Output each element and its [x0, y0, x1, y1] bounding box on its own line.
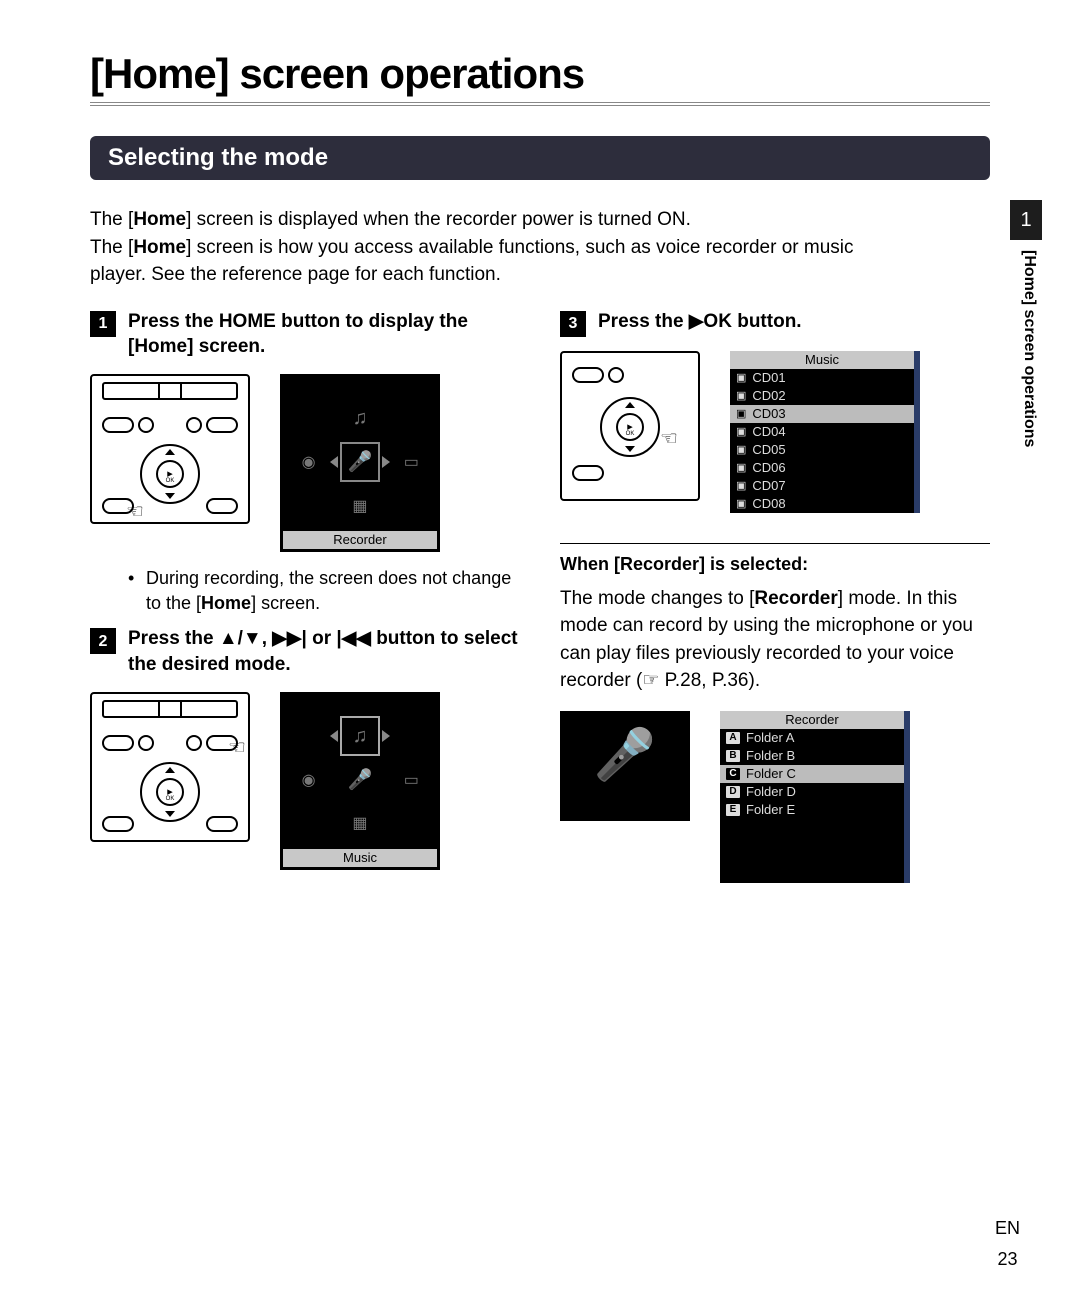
- folder-icon: ▣: [736, 407, 746, 420]
- folder-icon: ▭: [404, 770, 419, 790]
- list-item: ▣CD01: [730, 369, 914, 387]
- device-diagram: OK ☜: [90, 692, 250, 842]
- intro-text: The [Home] screen is displayed when the …: [90, 206, 910, 289]
- folder-badge-icon: E: [726, 804, 740, 816]
- pointing-hand-icon: ☜: [126, 502, 152, 528]
- step-2-heading: 2 Press the ▲/▼, ▶▶| or |◀◀ button to se…: [90, 626, 520, 677]
- folder-badge-icon: D: [726, 786, 740, 798]
- list-item: BFolder B: [720, 747, 904, 765]
- folder-icon: ▣: [736, 425, 746, 438]
- step-number-icon: 1: [90, 311, 116, 337]
- pointing-hand-icon: ☜: [660, 429, 686, 455]
- music-note-icon: ♫: [340, 716, 380, 756]
- lcd-home-recorder: ♫ ◉ 🎤 ▭ ▦ Recorder: [280, 374, 440, 552]
- chapter-side-label: [Home] screen operations: [1020, 250, 1038, 447]
- podcast-icon: ◉: [302, 770, 316, 790]
- list-item: EFolder E: [720, 801, 904, 819]
- step-3-heading: 3 Press the ▶OK button.: [560, 309, 990, 337]
- pointing-hand-icon: ☜: [228, 738, 254, 764]
- microphone-icon: 🎤: [340, 442, 380, 482]
- list-item: ▣CD08: [730, 495, 914, 513]
- folder-icon: ▭: [404, 452, 419, 472]
- left-column: 1 Press the HOME button to display the […: [90, 309, 520, 897]
- folder-icon: ▣: [736, 479, 746, 492]
- podcast-icon: ◉: [302, 452, 316, 472]
- list-item: ▣CD03: [730, 405, 914, 423]
- lcd-home-music: ♫ ◉ 🎤 ▭ ▦ Music: [280, 692, 440, 870]
- list-item: AFolder A: [720, 729, 904, 747]
- lcd-mic-large: 🎤: [560, 711, 690, 821]
- list-item: ▣CD07: [730, 477, 914, 495]
- device-diagram: OK ☜: [560, 351, 700, 501]
- folder-icon: ▣: [736, 461, 746, 474]
- list-item: DFolder D: [720, 783, 904, 801]
- when-recorder-text: The mode changes to [Recorder] mode. In …: [560, 585, 990, 695]
- calendar-icon: ▦: [352, 815, 367, 832]
- folder-badge-icon: B: [726, 750, 740, 762]
- device-diagram: OK ☜: [90, 374, 250, 524]
- right-column: 3 Press the ▶OK button. OK ☜ Music ▣CD01…: [560, 309, 990, 897]
- list-item: ▣CD02: [730, 387, 914, 405]
- page-title: [Home] screen operations: [90, 50, 990, 106]
- folder-badge-icon: A: [726, 732, 740, 744]
- step-1-heading: 1 Press the HOME button to display the […: [90, 309, 520, 360]
- page-number: 23: [995, 1249, 1020, 1270]
- folder-icon: ▣: [736, 371, 746, 384]
- step-1-note: During recording, the screen does not ch…: [124, 566, 520, 616]
- folder-badge-icon: C: [726, 768, 740, 780]
- calendar-icon: ▦: [352, 498, 367, 515]
- language-label: EN: [995, 1218, 1020, 1239]
- list-item: ▣CD04: [730, 423, 914, 441]
- step-number-icon: 3: [560, 311, 586, 337]
- page-footer: EN 23: [995, 1218, 1020, 1270]
- microphone-icon: 🎤: [348, 767, 373, 792]
- chapter-tab: 1: [1010, 200, 1042, 240]
- when-recorder-heading: When [Recorder] is selected:: [560, 543, 990, 575]
- lcd-folder-list: Recorder AFolder ABFolder BCFolder CDFol…: [720, 711, 910, 883]
- lcd-music-list: Music ▣CD01▣CD02▣CD03▣CD04▣CD05▣CD06▣CD0…: [730, 351, 920, 513]
- folder-icon: ▣: [736, 497, 746, 510]
- folder-icon: ▣: [736, 389, 746, 402]
- list-item: ▣CD05: [730, 441, 914, 459]
- section-header: Selecting the mode: [90, 136, 990, 180]
- folder-icon: ▣: [736, 443, 746, 456]
- list-item: CFolder C: [720, 765, 904, 783]
- list-item: ▣CD06: [730, 459, 914, 477]
- step-number-icon: 2: [90, 628, 116, 654]
- microphone-icon: 🎤: [594, 726, 656, 785]
- music-note-icon: ♫: [352, 407, 367, 430]
